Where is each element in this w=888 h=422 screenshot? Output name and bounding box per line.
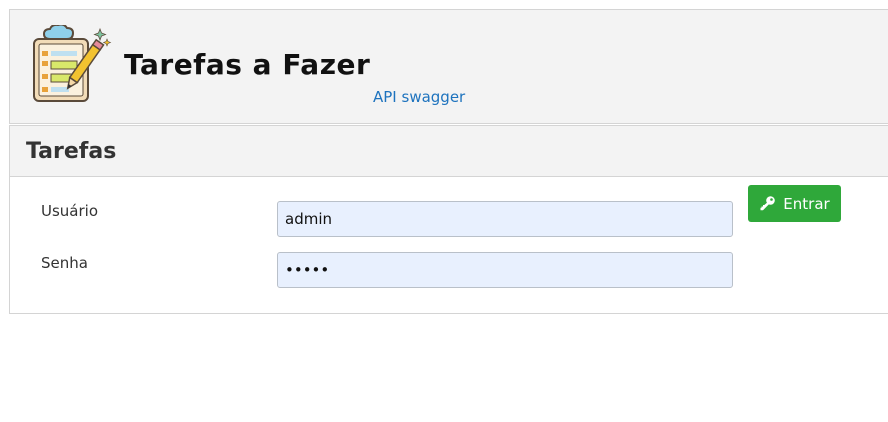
key-icon	[760, 196, 776, 211]
login-button[interactable]: Entrar	[748, 185, 841, 222]
username-input[interactable]	[277, 201, 733, 237]
clipboard-checklist-icon	[33, 25, 112, 102]
login-button-label: Entrar	[783, 194, 830, 213]
password-label: Senha	[41, 254, 88, 272]
api-swagger-link[interactable]: API swagger	[373, 88, 465, 106]
panel-header: Tarefas	[10, 126, 888, 177]
app-header: Tarefas a Fazer API swagger	[9, 9, 888, 124]
password-input[interactable]	[277, 252, 733, 288]
app-title: Tarefas a Fazer	[124, 48, 371, 81]
panel-title: Tarefas	[26, 139, 117, 164]
username-label: Usuário	[41, 202, 99, 220]
